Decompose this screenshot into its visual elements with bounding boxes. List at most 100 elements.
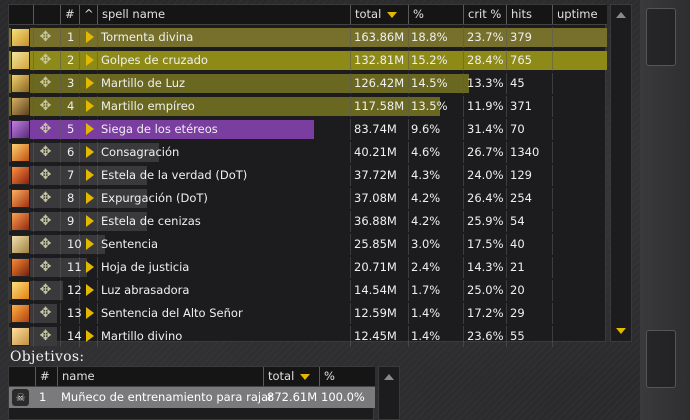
expand-arrow-icon[interactable] — [86, 192, 94, 204]
column-divider — [463, 326, 464, 347]
column-divider — [350, 303, 351, 324]
gear-icon[interactable]: ✥ — [38, 30, 53, 45]
gear-icon[interactable]: ✥ — [38, 99, 53, 114]
row-crit: 24.0% — [467, 168, 504, 182]
header-total[interactable]: total — [263, 367, 319, 386]
reap-icon — [11, 120, 30, 139]
header-spell-name[interactable]: spell name — [97, 5, 350, 24]
header-percent[interactable]: % — [319, 367, 375, 386]
column-divider — [350, 326, 351, 347]
header-total-label: total — [355, 7, 382, 21]
row-index: 11 — [67, 260, 82, 274]
column-divider — [97, 165, 98, 186]
column-divider — [408, 96, 409, 117]
target-row[interactable]: ☠ 1 Muñeco de entrenamiento para rajar 8… — [9, 387, 375, 408]
gear-icon[interactable]: ✥ — [38, 53, 53, 68]
spell-row[interactable]: ✥ 7 Estela de la verdad (DoT) 37.72M 4.3% 24.… — [9, 165, 607, 186]
skull-icon: ☠ — [12, 389, 29, 406]
gear-icon[interactable]: ✥ — [38, 329, 53, 344]
row-hits: 1340 — [510, 145, 540, 159]
header-caret[interactable]: ^ — [79, 5, 97, 24]
header-uptime[interactable]: uptime — [552, 5, 607, 24]
expand-arrow-icon[interactable] — [86, 123, 94, 135]
header-total[interactable]: total — [350, 5, 408, 24]
row-total: 12.59M — [354, 306, 397, 320]
scroll-down-icon[interactable] — [616, 328, 626, 334]
gear-icon[interactable]: ✥ — [38, 237, 53, 252]
gear-icon[interactable]: ✥ — [38, 122, 53, 137]
expand-arrow-icon[interactable] — [86, 31, 94, 43]
scroll-up-icon[interactable] — [384, 374, 394, 380]
row-index: 1 — [67, 30, 75, 44]
spell-row[interactable]: ✥ 13 Sentencia del Alto Señor 12.59M 1.4% 17.… — [9, 303, 607, 324]
spell-row[interactable]: ✥ 12 Luz abrasadora 14.54M 1.7% 25.0% 20 — [9, 280, 607, 301]
column-divider — [97, 326, 98, 347]
row-crit: 17.2% — [467, 306, 504, 320]
header-crit[interactable]: crit % — [463, 5, 506, 24]
header-gear-col — [33, 5, 60, 24]
spell-row[interactable]: ✥ 1 Tormenta divina 163.86M 18.8% 23.7% 379 — [9, 27, 607, 48]
column-divider — [408, 211, 409, 232]
expand-arrow-icon[interactable] — [86, 77, 94, 89]
spell-row[interactable]: ✥ 9 Estela de cenizas 36.88M 4.2% 25.9% 54 — [9, 211, 607, 232]
expand-arrow-icon[interactable] — [86, 261, 94, 273]
expand-arrow-icon[interactable] — [86, 146, 94, 158]
column-divider — [552, 303, 553, 324]
row-index: 9 — [67, 214, 75, 228]
targets-scrollbar[interactable] — [378, 366, 400, 420]
spell-row[interactable]: ✥ 2 Golpes de cruzado 132.81M 15.2% 28.4% 765 — [9, 50, 607, 71]
gear-icon[interactable]: ✥ — [38, 283, 53, 298]
gear-icon[interactable]: ✥ — [38, 214, 53, 229]
row-index: 3 — [67, 76, 75, 90]
column-divider — [60, 142, 61, 163]
header-percent[interactable]: % — [408, 5, 463, 24]
expand-arrow-icon[interactable] — [86, 215, 94, 227]
expand-arrow-icon[interactable] — [86, 238, 94, 250]
expand-arrow-icon[interactable] — [86, 169, 94, 181]
header-index[interactable]: # — [60, 5, 79, 24]
header-index[interactable]: # — [35, 367, 57, 386]
empyrean-hammer-icon — [11, 97, 30, 116]
gear-icon[interactable]: ✥ — [38, 76, 53, 91]
row-index: 4 — [67, 99, 75, 113]
expand-arrow-icon[interactable] — [86, 100, 94, 112]
row-total: 14.54M — [354, 283, 397, 297]
row-hits: 54 — [510, 214, 525, 228]
spell-name: Martillo de Luz — [101, 76, 186, 90]
column-divider — [97, 188, 98, 209]
spell-row[interactable]: ✥ 6 Consagración 40.21M 4.6% 26.7% 1340 — [9, 142, 607, 163]
spell-row[interactable]: ✥ 10 Sentencia 25.85M 3.0% 17.5% 40 — [9, 234, 607, 255]
expand-arrow-icon[interactable] — [86, 54, 94, 66]
row-total: 37.08M — [354, 191, 397, 205]
gear-icon[interactable]: ✥ — [38, 145, 53, 160]
column-divider — [97, 280, 98, 301]
expand-arrow-icon[interactable] — [86, 307, 94, 319]
gear-icon[interactable]: ✥ — [38, 260, 53, 275]
header-name[interactable]: name — [57, 367, 263, 386]
spell-row[interactable]: ✥ 14 Martillo divino 12.45M 1.4% 23.6% 55 — [9, 326, 607, 347]
column-divider — [408, 165, 409, 186]
gear-icon[interactable]: ✥ — [38, 168, 53, 183]
expand-arrow-icon[interactable] — [86, 284, 94, 296]
spell-row[interactable]: ✥ 11 Hoja de justicia 20.71M 2.4% 14.3% 21 — [9, 257, 607, 278]
column-divider — [33, 165, 34, 186]
column-divider — [552, 73, 553, 94]
row-percent: 18.8% — [411, 30, 448, 44]
row-hits: 765 — [510, 53, 532, 67]
spell-row[interactable]: ✥ 4 Martillo empíreo 117.58M 13.5% 11.9% 371 — [9, 96, 607, 117]
column-divider — [60, 257, 61, 278]
header-hits[interactable]: hits — [506, 5, 552, 24]
spell-row[interactable]: ✥ 8 Expurgación (DoT) 37.08M 4.2% 26.4% 254 — [9, 188, 607, 209]
gear-icon[interactable]: ✥ — [38, 306, 53, 321]
expand-arrow-icon[interactable] — [86, 330, 94, 342]
column-divider — [60, 280, 61, 301]
spell-row[interactable]: ✥ 5 Siega de los etéreos 83.74M 9.6% 31.4% 70 — [9, 119, 607, 140]
spells-scrollbar[interactable] — [610, 4, 632, 342]
right-frame — [640, 0, 690, 420]
gear-icon[interactable]: ✥ — [38, 191, 53, 206]
storm-icon — [11, 28, 30, 47]
column-divider — [33, 326, 34, 347]
column-divider — [60, 303, 61, 324]
scroll-up-icon[interactable] — [616, 12, 626, 18]
spell-row[interactable]: ✥ 3 Martillo de Luz 126.42M 14.5% 13.3% 45 — [9, 73, 607, 94]
